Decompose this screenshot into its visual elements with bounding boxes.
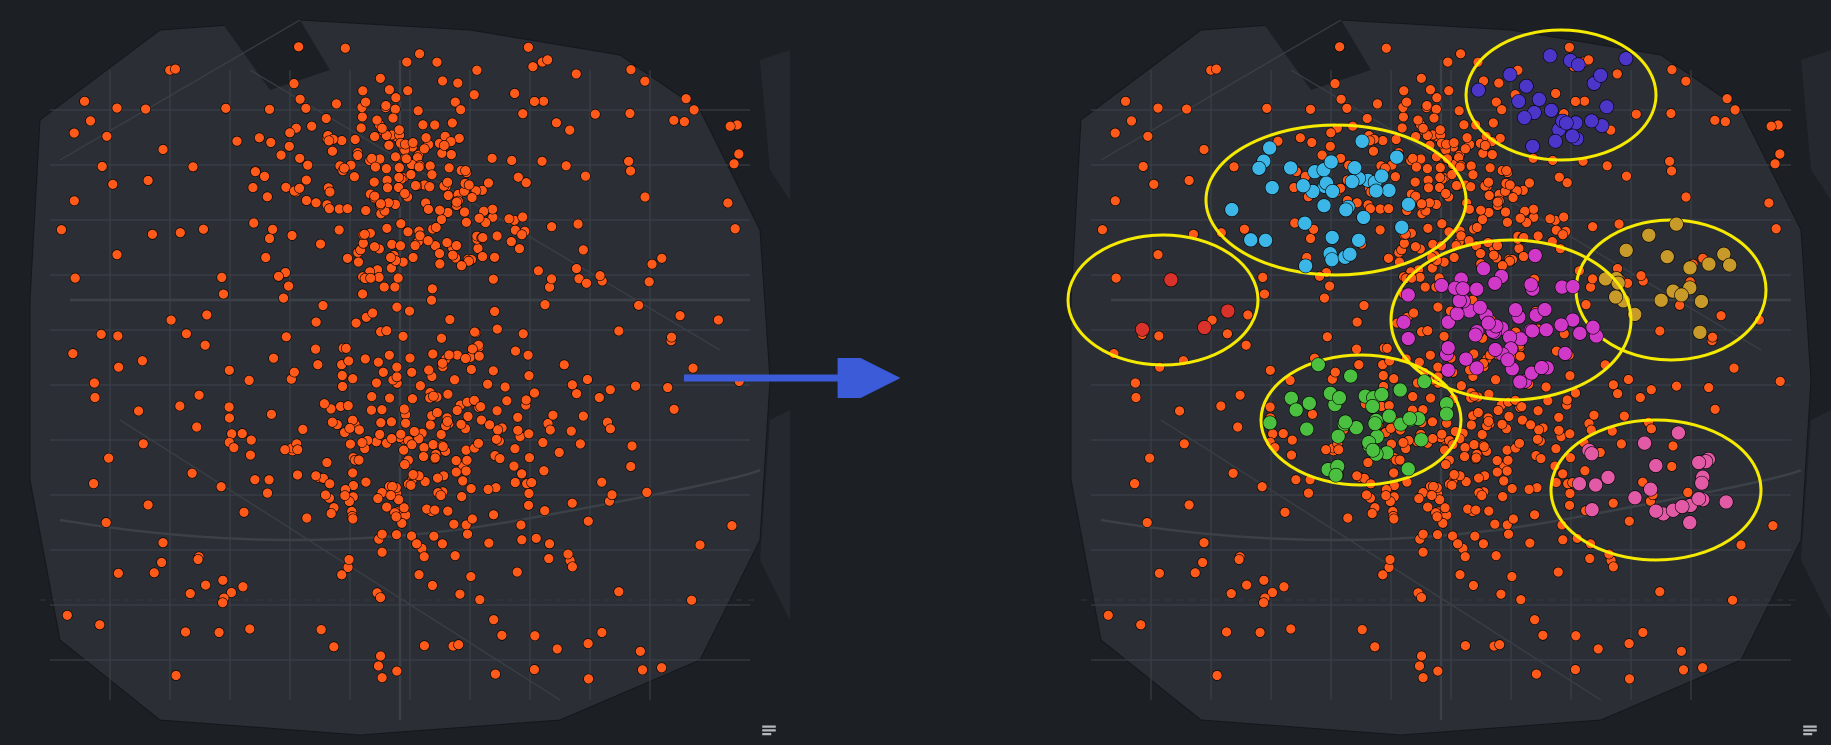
- right-map-panel: [1041, 0, 1831, 745]
- map-attribution-icon: [758, 721, 780, 739]
- map-attribution-icon: [1799, 721, 1821, 739]
- figure-stage: [0, 0, 1831, 745]
- left-map-base: [0, 0, 790, 745]
- left-map-panel: [0, 0, 790, 745]
- right-map-base: [1041, 0, 1831, 745]
